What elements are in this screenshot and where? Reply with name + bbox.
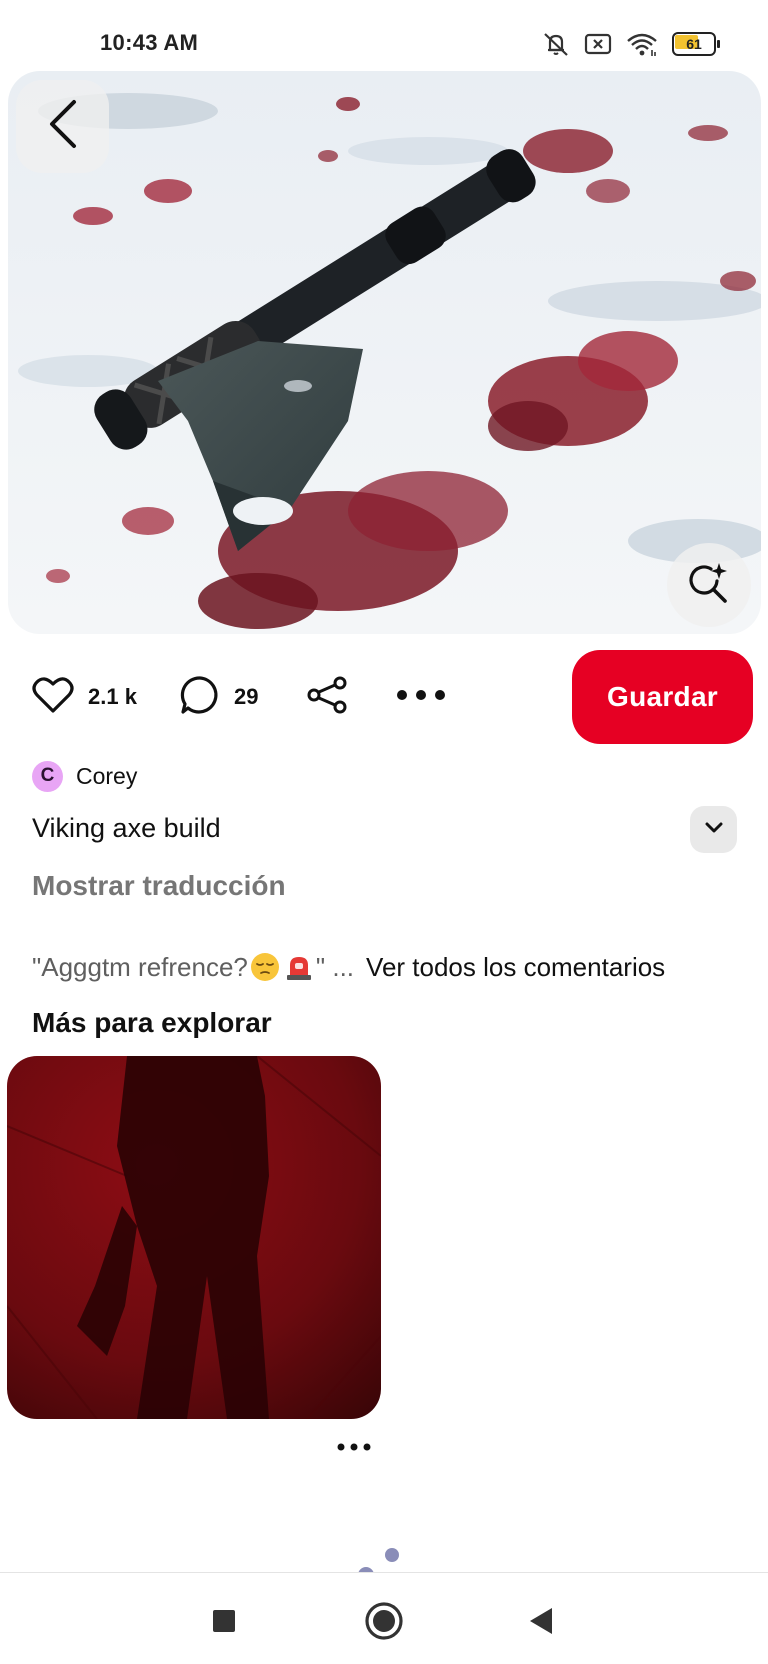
police-light-icon — [284, 952, 314, 982]
pensive-face-icon — [250, 952, 280, 982]
home-circle-icon — [364, 1601, 404, 1646]
comment-button[interactable]: 29 — [180, 650, 258, 744]
like-button[interactable]: 2.1 k — [32, 650, 137, 744]
status-bar: 10:43 AM 61 — [0, 0, 768, 70]
avatar: C — [32, 760, 63, 792]
comment-preview[interactable]: "Agggtm refrence? " ... — [32, 952, 354, 983]
more-dots-icon — [337, 1438, 371, 1456]
status-icons: 61 — [542, 30, 720, 58]
loading-spinner-icon — [356, 1545, 406, 1583]
more-options-button[interactable] — [396, 650, 446, 744]
home-button[interactable] — [360, 1599, 408, 1647]
more-dots-icon — [396, 688, 446, 706]
explore-pin-card[interactable] — [7, 1056, 381, 1419]
pin-image[interactable] — [8, 71, 761, 634]
comment-preview-row: "Agggtm refrence? " ... Ver todos los co… — [32, 949, 665, 985]
card-more-options-button[interactable] — [334, 1437, 374, 1457]
heart-icon — [32, 676, 74, 719]
comment-text-end: " ... — [315, 951, 355, 982]
author[interactable]: C Corey — [32, 760, 137, 792]
recents-square-icon — [212, 1609, 236, 1638]
recents-button[interactable] — [200, 1599, 248, 1647]
back-button[interactable] — [16, 80, 109, 173]
comment-text-start: "Agggtm refrence? — [32, 951, 248, 982]
system-nav-bar — [0, 1572, 768, 1664]
status-time: 10:43 AM — [100, 30, 199, 55]
pin-title: Viking axe build — [32, 813, 221, 843]
comment-bubble-icon — [180, 675, 220, 720]
likes-count: 2.1 k — [88, 684, 137, 709]
see-all-comments-link[interactable]: Ver todos los comentarios — [366, 952, 665, 983]
battery-icon: 61 — [672, 32, 720, 56]
wifi-icon — [626, 31, 658, 57]
visual-search-button[interactable] — [667, 543, 751, 627]
comments-count: 29 — [234, 684, 259, 709]
save-button[interactable]: Guardar — [572, 650, 753, 744]
visual-search-sparkle-icon — [687, 561, 731, 610]
expand-description-button[interactable] — [690, 806, 737, 853]
chevron-left-icon — [46, 99, 80, 154]
mute-icon — [542, 31, 570, 57]
system-back-button[interactable] — [517, 1599, 565, 1647]
back-triangle-icon — [528, 1606, 554, 1641]
author-name: Corey — [76, 762, 138, 789]
show-translation-link[interactable]: Mostrar traducción — [32, 870, 286, 902]
notification-x-icon — [584, 32, 612, 56]
section-title-explore: Más para explorar — [32, 1007, 272, 1038]
action-row: 2.1 k 29 Guardar — [30, 650, 760, 744]
share-button[interactable] — [306, 650, 348, 744]
chevron-down-icon — [705, 821, 723, 839]
share-icon — [306, 676, 348, 719]
battery-level: 61 — [686, 36, 702, 52]
